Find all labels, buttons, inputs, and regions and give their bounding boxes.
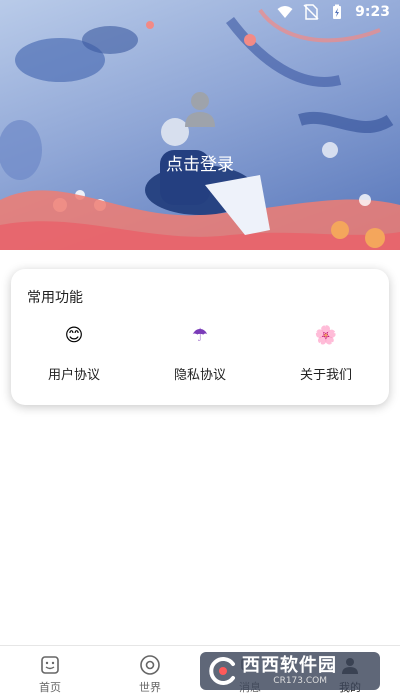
tab-label: 首页 (39, 681, 61, 694)
function-label: 隐私协议 (173, 368, 226, 383)
function-grid: 😊 用户协议 ☂ 隐私协议 🌸 关于我们 (11, 324, 389, 383)
privacy-agreement-item[interactable]: ☂ 隐私协议 (137, 324, 263, 383)
tab-label: 世界 (139, 681, 161, 694)
watermark-brand: 西西软件园 (242, 655, 337, 676)
battery-charging-icon (333, 4, 342, 19)
wifi-icon (277, 6, 293, 18)
profile-header-banner: 9:23 点击登录 (0, 0, 400, 250)
umbrella-icon: ☂ (191, 325, 209, 346)
tab-world[interactable]: 世界 (100, 646, 200, 700)
function-label: 关于我们 (299, 368, 352, 383)
home-face-icon (41, 656, 59, 674)
status-bar: 9:23 (0, 0, 400, 24)
flower-icon: 🌸 (314, 325, 338, 346)
avatar-placeholder-icon[interactable] (183, 90, 217, 128)
user-agreement-item[interactable]: 😊 用户协议 (11, 324, 137, 383)
watermark-logo: 西西软件园 CR173.COM (200, 652, 380, 690)
function-label: 用户协议 (47, 368, 100, 383)
tab-home[interactable]: 首页 (0, 646, 100, 700)
card-title: 常用功能 (27, 290, 83, 306)
no-sim-icon (303, 4, 319, 20)
common-functions-card: 常用功能 😊 用户协议 ☂ 隐私协议 🌸 关于我们 (11, 269, 389, 405)
watermark-c-logo-icon (209, 657, 235, 685)
login-prompt[interactable]: 点击登录 (0, 150, 400, 175)
status-time: 9:23 (355, 4, 390, 20)
watermark-site: CR173.COM (273, 676, 327, 686)
about-us-item[interactable]: 🌸 关于我们 (263, 324, 389, 383)
world-circle-icon (140, 655, 160, 675)
smiley-icon: 😊 (64, 325, 84, 346)
